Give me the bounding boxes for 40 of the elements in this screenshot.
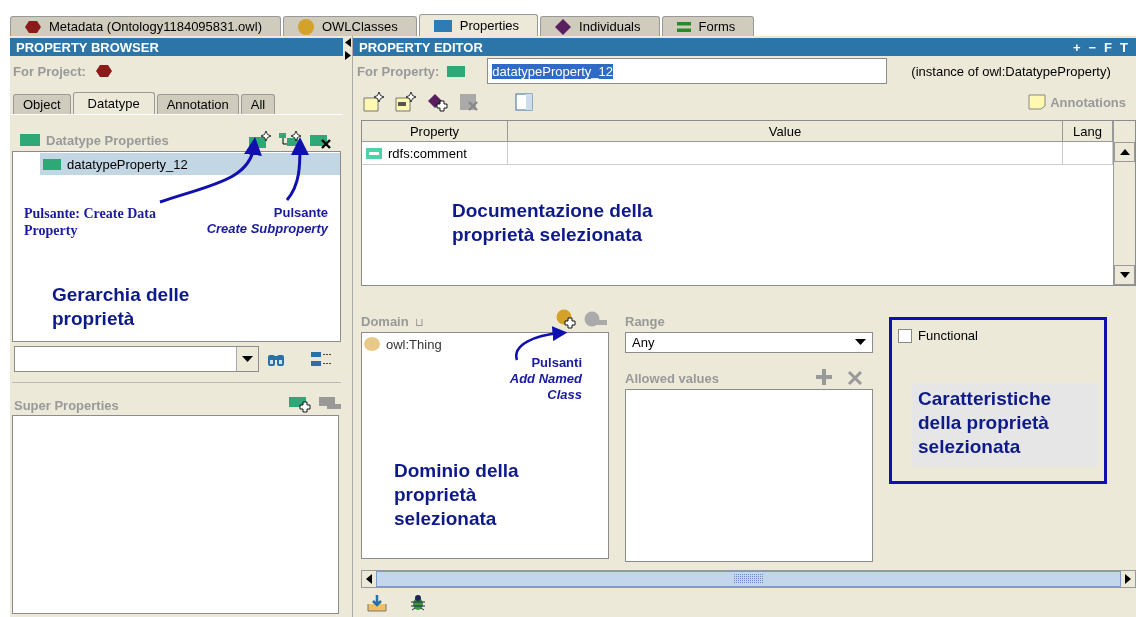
tab[interactable]: Metadata (Ontology1184095831.owl) [10, 16, 281, 36]
annotation-text: Pulsante Create Subproperty [205, 205, 328, 237]
section-title: Allowed values [625, 370, 719, 386]
tab[interactable]: Properties [418, 14, 539, 36]
annotation-text: Gerarchia delle proprietà [52, 283, 191, 331]
table-cell: rdfs:comment [362, 142, 508, 165]
header-button[interactable]: − [1086, 39, 1099, 55]
annotation-text: Dominio della proprietà selezionata [394, 459, 520, 531]
header-button[interactable]: T [1118, 39, 1130, 55]
column-header: Property [362, 121, 508, 142]
panel-header: PROPERTY EDITOR [359, 39, 483, 55]
header-button[interactable]: F [1102, 39, 1115, 55]
property-name-field[interactable]: datatypeProperty_12 [487, 58, 888, 84]
panel-header: PROPERTY BROWSER [10, 38, 343, 56]
tree-node[interactable]: datatypeProperty_12 [40, 153, 340, 175]
annotation-text: Caratteristiche della proprietà selezionata [918, 387, 1053, 459]
field-label: For Project: [13, 63, 86, 79]
section-title: Super Properties [14, 398, 119, 413]
instance-of-label: (instance of owl:DatatypeProperty) [911, 63, 1111, 79]
section-title: Range [625, 313, 665, 329]
tab[interactable]: Datatype [72, 92, 155, 114]
tab[interactable]: Object [13, 94, 71, 114]
tab[interactable]: OWLClasses [282, 16, 417, 36]
section-title: Domain [361, 314, 409, 329]
column-header: Value [508, 121, 1063, 142]
annotation-text: Pulsanti Add Named Class [508, 355, 582, 403]
header-button[interactable]: + [1070, 39, 1083, 55]
column-header: Lang [1063, 121, 1113, 142]
tab[interactable]: All [240, 94, 276, 114]
section-title: Datatype Properties [46, 132, 169, 148]
range-dropdown[interactable]: Any [625, 331, 873, 353]
tab[interactable]: Individuals [540, 16, 660, 36]
checkbox-label: Functional [918, 328, 978, 343]
field-label: For Property: [357, 63, 440, 79]
tab[interactable]: Annotation [156, 94, 239, 114]
annotation-text: Documentazione della proprietà selezionata [452, 199, 654, 247]
list-item[interactable]: owl:Thing [364, 335, 606, 353]
tab[interactable]: Forms [661, 16, 755, 36]
annotation-text: Pulsante: Create Data Property [24, 205, 157, 239]
union-symbol: ⊔ [414, 316, 424, 329]
